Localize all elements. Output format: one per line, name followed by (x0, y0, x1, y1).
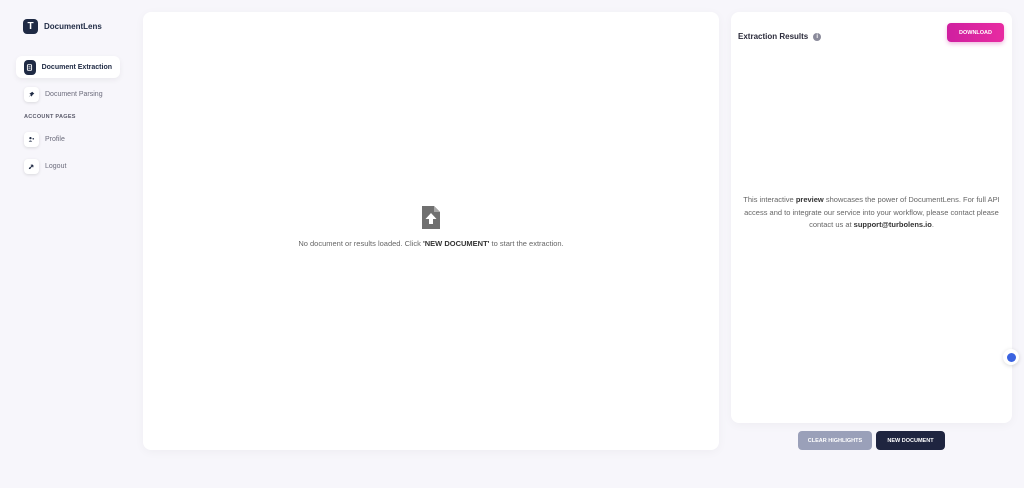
brand[interactable]: T DocumentLens (23, 19, 102, 34)
sidebar-item-document-extraction[interactable]: Document Extraction (16, 56, 120, 78)
clear-highlights-button[interactable]: CLEAR HIGHLIGHTS (798, 431, 872, 450)
empty-state-message: No document or results loaded. Click 'NE… (298, 239, 564, 248)
download-button[interactable]: DOWNLOAD (947, 23, 1004, 42)
sidebar-item-label: Logout (45, 162, 67, 170)
document-icon (24, 59, 36, 75)
chat-icon (1006, 352, 1016, 362)
sidebar-item-profile[interactable]: Profile (16, 128, 73, 150)
extraction-results-panel: Extraction Results i DOWNLOAD This inter… (731, 12, 1012, 423)
section-label-account-pages: ACCOUNT PAGES (24, 114, 76, 120)
new-document-button[interactable]: NEW DOCUMENT (876, 431, 945, 450)
sidebar-item-label: Profile (45, 135, 65, 143)
brand-logo: T (23, 19, 38, 34)
file-upload-icon (422, 206, 440, 234)
document-viewer-panel: No document or results loaded. Click 'NE… (143, 12, 719, 450)
chat-widget-button[interactable] (1003, 349, 1019, 365)
sidebar-item-logout[interactable]: Logout (16, 155, 74, 177)
logout-icon (24, 158, 39, 174)
support-email-link[interactable]: support@turbolens.io (854, 220, 932, 229)
user-icon (24, 131, 39, 147)
pin-icon (24, 86, 39, 102)
results-title: Extraction Results i (738, 32, 822, 41)
brand-name: DocumentLens (44, 22, 102, 31)
sidebar-item-document-parsing[interactable]: Document Parsing (16, 83, 111, 105)
info-icon[interactable]: i (813, 32, 822, 41)
preview-notice: This interactive preview showcases the p… (743, 195, 1000, 229)
sidebar-item-label: Document Parsing (45, 90, 103, 98)
sidebar-item-label: Document Extraction (41, 63, 112, 71)
